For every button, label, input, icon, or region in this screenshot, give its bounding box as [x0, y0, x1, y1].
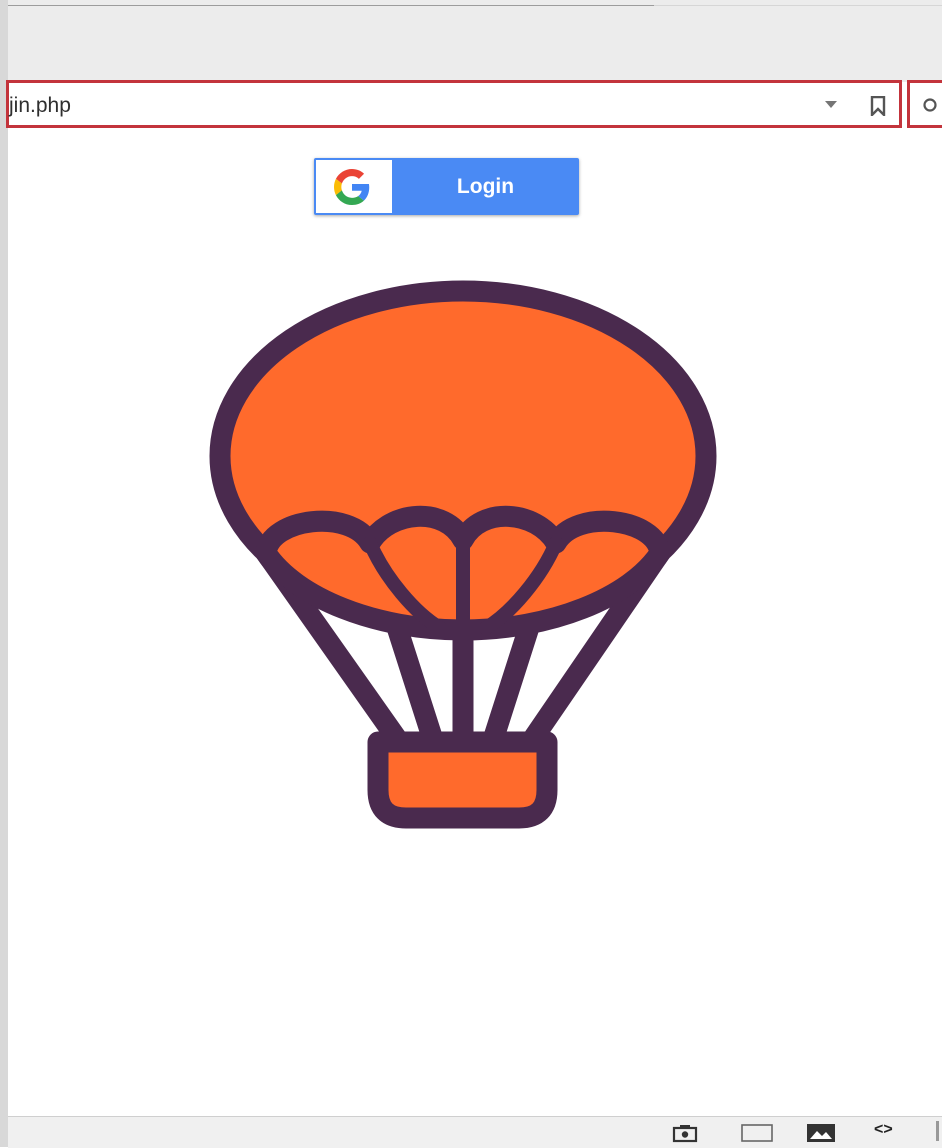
url-text[interactable]: jin.php [9, 94, 71, 118]
bookmark-icon[interactable] [869, 96, 887, 116]
camera-icon[interactable] [672, 1123, 698, 1143]
search-icon[interactable] [922, 97, 942, 117]
tab-divider-light [654, 5, 942, 6]
code-icon[interactable]: <> [874, 1121, 893, 1139]
search-box[interactable] [907, 80, 942, 128]
image-icon[interactable] [806, 1123, 836, 1143]
address-bar[interactable]: jin.php [6, 80, 902, 128]
window-edge [0, 0, 8, 1147]
google-g-icon [334, 169, 370, 205]
status-bar: <> [8, 1116, 942, 1148]
google-login-button[interactable]: Login [314, 158, 579, 215]
hot-air-balloon-icon [209, 280, 717, 829]
rectangle-icon[interactable] [740, 1123, 774, 1143]
browser-tab-strip [8, 0, 942, 82]
status-bar-edge [936, 1121, 939, 1141]
login-button-label: Login [456, 175, 515, 198]
tab-divider [8, 5, 654, 6]
google-logo-box [316, 160, 392, 213]
dropdown-arrow-icon[interactable] [825, 101, 837, 108]
